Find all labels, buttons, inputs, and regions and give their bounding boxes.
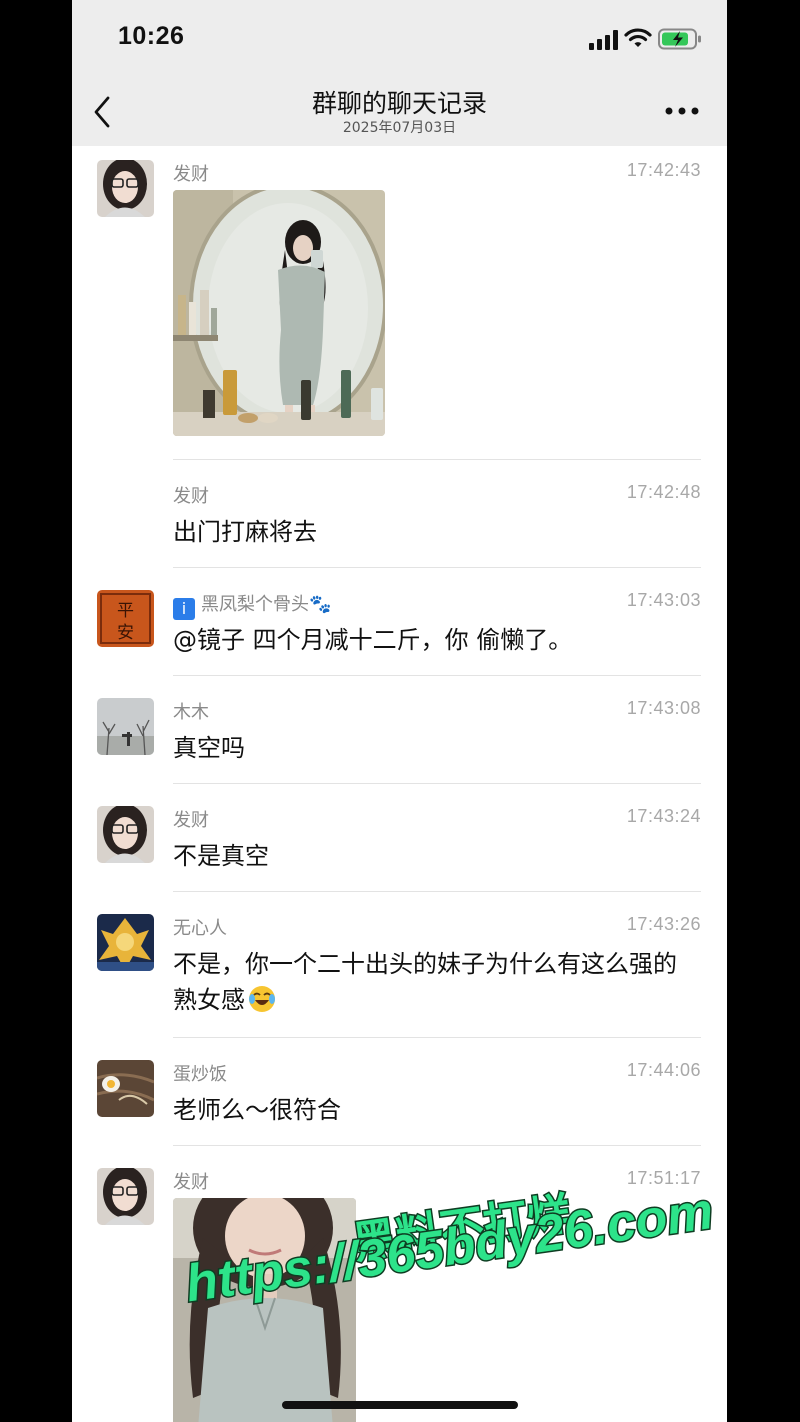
avatar-facai[interactable] (97, 160, 154, 217)
message-text: 真空吗 (173, 734, 245, 762)
laugh-cry-emoji-icon (249, 986, 275, 1012)
message-text: 不是，你一个二十出头的妹子为什么有这么强的熟女感 (173, 946, 693, 1018)
chat-message: 发财 17:42:43 (72, 160, 727, 460)
avatar-facai[interactable] (97, 1168, 154, 1225)
avatar-mumu[interactable] (97, 698, 154, 755)
wifi-icon (624, 28, 652, 47)
image-message-mirror-selfie[interactable] (173, 190, 385, 436)
signal-icon (589, 30, 618, 50)
chat-message: 蛋炒饭 17:44:06 老师么～很符合 (72, 1060, 727, 1146)
chat-message: 木木 17:43:08 真空吗 (72, 698, 727, 784)
message-divider (173, 891, 701, 892)
sender-name: 发财 (173, 810, 209, 831)
sender-name: 木木 (173, 702, 209, 723)
message-text: @镜子 四个月减十二斤，你 偷懒了。 (173, 626, 573, 654)
message-divider (173, 1037, 701, 1038)
message-time: 17:42:48 (626, 482, 701, 502)
sender-name: 发财 (173, 164, 209, 185)
more-icon[interactable] (665, 106, 699, 116)
message-time: 17:51:17 (626, 1168, 701, 1188)
chat-message: 平 安 i 黑凤梨个骨头🐾 17:43:03 @镜子 四个月减十二斤，你 偷懒了。 (72, 590, 727, 676)
avatar-danchaofan[interactable] (97, 1060, 154, 1117)
avatar-wuxinren[interactable] (97, 914, 154, 971)
avatar-heifengli[interactable]: 平 安 (97, 590, 154, 647)
sender-name: 无心人 (173, 918, 227, 939)
battery-icon (658, 28, 701, 50)
message-divider (173, 1145, 701, 1146)
chat-message: 无心人 17:43:26 不是，你一个二十出头的妹子为什么有这么强的熟女感 (72, 914, 727, 1038)
message-time: 17:44:06 (626, 1060, 701, 1080)
sender-name: 发财 (173, 486, 209, 507)
chat-message: 发财 17:51:17 (72, 1168, 727, 1422)
nav-bar: 群聊的聊天记录 2025年07月03日 (72, 80, 727, 146)
image-message-portrait[interactable] (173, 1198, 356, 1422)
page-subtitle-date: 2025年07月03日 (342, 120, 457, 136)
sender-name-text: 黑凤梨个骨头🐾 (201, 594, 332, 615)
page-title: 群聊的聊天记录 (311, 89, 487, 118)
person-badge-icon: i (173, 598, 195, 620)
status-time: 10:26 (118, 22, 185, 50)
avatar-facai[interactable] (97, 806, 154, 863)
sender-name: i 黑凤梨个骨头🐾 (173, 590, 331, 620)
chat-message: 发财 17:42:48 出门打麻将去 (72, 482, 727, 568)
message-divider (173, 783, 701, 784)
message-time: 17:43:26 (626, 914, 701, 934)
message-text: 不是真空 (173, 842, 269, 870)
message-time: 17:42:43 (626, 160, 701, 180)
message-time: 17:43:08 (626, 698, 701, 718)
message-divider (173, 567, 701, 568)
sender-name: 发财 (173, 1172, 209, 1193)
message-text: 出门打麻将去 (173, 518, 317, 546)
message-divider (173, 459, 701, 460)
chat-history-screen: 10:26 群聊的聊天记录 2025年07月03日 发财 17:42:43 发财… (72, 0, 727, 1422)
sender-name: 蛋炒饭 (173, 1064, 227, 1085)
chat-message: 发财 17:43:24 不是真空 (72, 806, 727, 892)
message-divider (173, 675, 701, 676)
home-indicator[interactable] (282, 1401, 518, 1409)
message-time: 17:43:03 (626, 590, 701, 610)
message-text: 老师么～很符合 (173, 1096, 341, 1124)
avatar-text-an: 安 (117, 623, 134, 643)
message-time: 17:43:24 (626, 806, 701, 826)
avatar-text-ping: 平 (117, 601, 134, 621)
status-bar: 10:26 (72, 0, 727, 80)
